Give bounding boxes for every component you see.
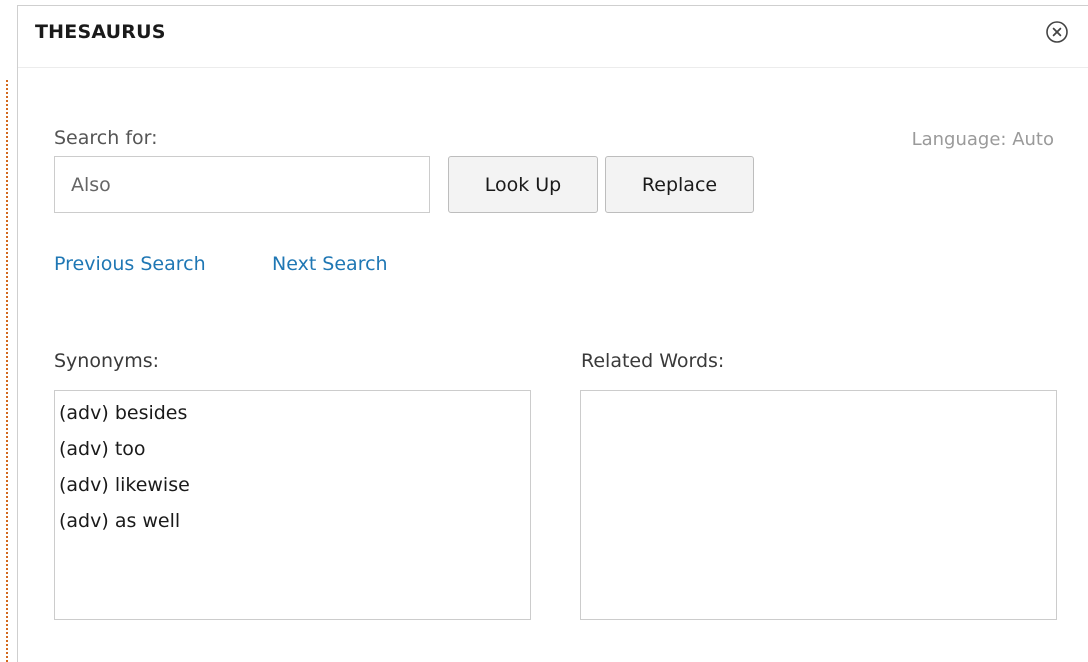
replace-button[interactable]: Replace (605, 156, 754, 213)
dialog-title: THESAURUS (35, 21, 166, 43)
related-words-list[interactable] (580, 390, 1057, 620)
search-for-label: Search for: (54, 127, 158, 149)
synonym-item[interactable]: (adv) as well (55, 503, 530, 539)
synonym-item[interactable]: (adv) too (55, 431, 530, 467)
search-input[interactable] (54, 156, 430, 213)
language-indicator: Language: Auto (911, 129, 1054, 150)
synonyms-label: Synonyms: (54, 350, 160, 372)
previous-search-link[interactable]: Previous Search (54, 253, 206, 275)
page: THESAURUS Search for: Language: Auto Loo… (0, 0, 1088, 662)
thesaurus-dialog: THESAURUS Search for: Language: Auto Loo… (17, 5, 1088, 662)
synonyms-list[interactable]: (adv) besides (adv) too (adv) likewise (… (54, 390, 531, 620)
close-icon[interactable] (1045, 20, 1069, 44)
dialog-titlebar: THESAURUS (18, 6, 1088, 68)
synonym-item[interactable]: (adv) besides (55, 395, 530, 431)
look-up-button[interactable]: Look Up (448, 156, 598, 213)
next-search-link[interactable]: Next Search (272, 253, 388, 275)
synonym-item[interactable]: (adv) likewise (55, 467, 530, 503)
document-edge-marker (6, 80, 8, 662)
related-words-label: Related Words: (581, 350, 725, 372)
